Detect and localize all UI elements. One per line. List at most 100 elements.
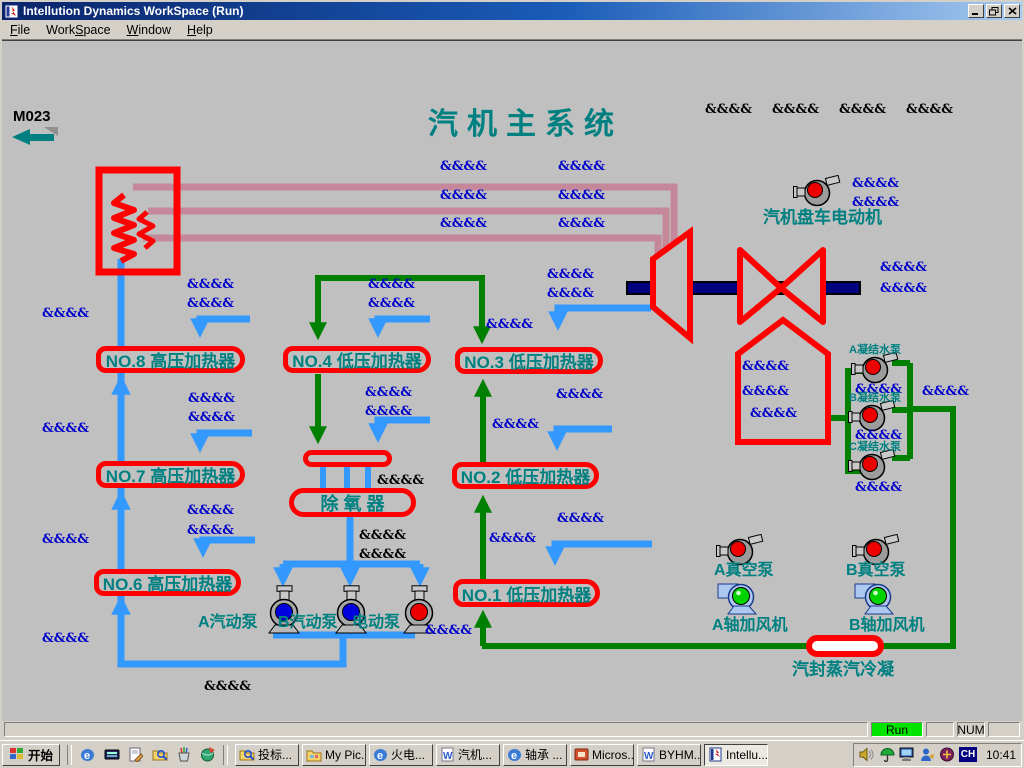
start-label: 开始 bbox=[28, 745, 53, 764]
svg-text:W: W bbox=[644, 751, 654, 762]
heater-coil bbox=[114, 195, 134, 261]
placeholder-value: &&&& bbox=[365, 405, 412, 418]
placeholder-value: &&&& bbox=[742, 385, 789, 398]
menu-workspace[interactable]: WorkSpace bbox=[38, 21, 118, 39]
run-mode-indicator: Run bbox=[871, 722, 923, 737]
equipment-label: 汽机盘车电动机 bbox=[763, 209, 882, 226]
globe-icon[interactable] bbox=[199, 747, 216, 763]
menu-help[interactable]: Help bbox=[179, 21, 221, 39]
placeholder-value: &&&& bbox=[440, 217, 487, 230]
placeholder-value: &&&& bbox=[42, 632, 89, 645]
heater-no7: NO.7 高压加热器 bbox=[96, 461, 245, 488]
screen-tag: M023 bbox=[13, 108, 51, 125]
gland-steam-condenser-vessel bbox=[806, 635, 884, 657]
workspace-window: Intellution Dynamics WorkSpace (Run) Fil… bbox=[0, 0, 1024, 740]
placeholder-value: &&&& bbox=[365, 386, 412, 399]
placeholder-value: &&&& bbox=[906, 103, 953, 116]
placeholder-value: &&&& bbox=[852, 177, 899, 190]
speaker-icon[interactable] bbox=[859, 747, 876, 763]
task-button-byhm[interactable]: WBYHM... bbox=[637, 744, 701, 766]
system-tray: CH 10:41 bbox=[853, 743, 1022, 767]
find-files-icon[interactable] bbox=[151, 747, 168, 763]
placeholder-value: &&&& bbox=[880, 261, 927, 274]
task-button-[interactable]: e火电... bbox=[369, 744, 433, 766]
placeholder-value: &&&& bbox=[556, 388, 603, 401]
input-method-badge[interactable]: CH bbox=[959, 747, 977, 762]
placeholder-value: &&&& bbox=[486, 318, 533, 331]
placeholder-value: &&&& bbox=[187, 278, 234, 291]
placeholder-value: &&&& bbox=[42, 422, 89, 435]
task-button-area: 投标...My Pic...e火电...W汽机...e轴承 ...Micros.… bbox=[235, 744, 849, 766]
task-button-[interactable]: e轴承 ... bbox=[503, 744, 567, 766]
status-message-area bbox=[4, 722, 868, 737]
heater-no3: NO.3 低压加热器 bbox=[455, 347, 603, 374]
heater-no2: NO.2 低压加热器 bbox=[452, 462, 599, 489]
equipment-label: A汽动泵 bbox=[198, 615, 258, 631]
close-button[interactable] bbox=[1004, 4, 1020, 18]
hmi-canvas: M023 汽机主系统 NO.8 高压加热器NO.4 低压加热器NO.3 低压加热… bbox=[2, 40, 1022, 723]
shaft-seal-fan-b-icon bbox=[853, 581, 897, 620]
condenser bbox=[738, 320, 828, 442]
placeholder-value: &&&& bbox=[359, 529, 406, 542]
equipment-label: A凝结水泵 bbox=[849, 345, 901, 356]
placeholder-value: &&&& bbox=[839, 103, 886, 116]
menu-bar: FileWorkSpaceWindowHelp bbox=[2, 20, 1022, 40]
word-icon: W bbox=[440, 747, 455, 762]
turning-gear-motor-icon bbox=[793, 175, 841, 212]
placeholder-value: &&&& bbox=[204, 680, 251, 693]
user-icon[interactable] bbox=[919, 747, 936, 763]
menu-window[interactable]: Window bbox=[119, 21, 179, 39]
heater-no4: NO.4 低压加热器 bbox=[283, 346, 431, 373]
status-bar: Run NUM bbox=[2, 721, 1022, 738]
search-folder-icon bbox=[239, 747, 255, 762]
ie-icon: e bbox=[373, 747, 388, 762]
task-button-[interactable]: 投标... bbox=[235, 744, 299, 766]
lp-turbine-left bbox=[740, 250, 781, 322]
placeholder-value: &&&& bbox=[188, 411, 235, 424]
taskbar-separator bbox=[67, 745, 72, 765]
placeholder-value: &&&& bbox=[880, 282, 927, 295]
minimize-button[interactable] bbox=[968, 4, 984, 18]
svg-text:W: W bbox=[443, 751, 453, 762]
keyboard-icon[interactable] bbox=[103, 747, 120, 763]
task-button-intellu[interactable]: Intellu... bbox=[704, 744, 768, 766]
umbrella-icon[interactable] bbox=[879, 747, 896, 763]
placeholder-value: &&&& bbox=[547, 287, 594, 300]
restore-button[interactable] bbox=[986, 4, 1002, 18]
placeholder-value: &&&& bbox=[377, 474, 424, 487]
start-button[interactable]: 开始 bbox=[2, 744, 60, 766]
clock: 10:41 bbox=[980, 748, 1016, 762]
svg-text:e: e bbox=[84, 750, 90, 762]
placeholder-value: &&&& bbox=[425, 624, 472, 637]
lp-turbine-right bbox=[781, 250, 823, 322]
task-button-micros[interactable]: Micros... bbox=[570, 744, 634, 766]
back-nav-arrow-icon[interactable] bbox=[10, 125, 62, 147]
monitor-icon[interactable] bbox=[899, 747, 916, 763]
heater-no1: NO.1 低压加热器 bbox=[453, 579, 600, 607]
equipment-label: 电动泵 bbox=[352, 615, 400, 631]
document-pencil-icon[interactable] bbox=[127, 747, 144, 763]
num-lock-indicator: NUM bbox=[957, 722, 985, 737]
equipment-label: A真空泵 bbox=[714, 563, 774, 579]
placeholder-value: &&&& bbox=[489, 532, 536, 545]
placeholder-value: &&&& bbox=[368, 278, 415, 291]
deaerator-header bbox=[303, 450, 392, 467]
placeholder-value: &&&& bbox=[558, 189, 605, 202]
placeholder-value: &&&& bbox=[547, 268, 594, 281]
title-bar: Intellution Dynamics WorkSpace (Run) bbox=[2, 2, 1022, 20]
task-button-mypic[interactable]: My Pic... bbox=[302, 744, 366, 766]
shaft-seal-fan-a-icon bbox=[716, 581, 760, 620]
placeholder-value: &&&& bbox=[42, 307, 89, 320]
hmi-tray-icon[interactable] bbox=[939, 747, 956, 763]
menu-file[interactable]: File bbox=[2, 21, 38, 39]
placeholder-value: &&&& bbox=[188, 392, 235, 405]
placeholder-value: &&&& bbox=[705, 103, 752, 116]
quick-launch-bar: e bbox=[75, 747, 220, 763]
intellution-icon bbox=[708, 747, 723, 762]
pen-cup-icon[interactable] bbox=[175, 747, 192, 763]
svg-text:e: e bbox=[511, 750, 517, 762]
placeholder-value: &&&& bbox=[359, 548, 406, 561]
status-cell-end bbox=[988, 722, 1020, 737]
ie-quicklaunch-icon[interactable]: e bbox=[79, 747, 96, 763]
task-button-[interactable]: W汽机... bbox=[436, 744, 500, 766]
